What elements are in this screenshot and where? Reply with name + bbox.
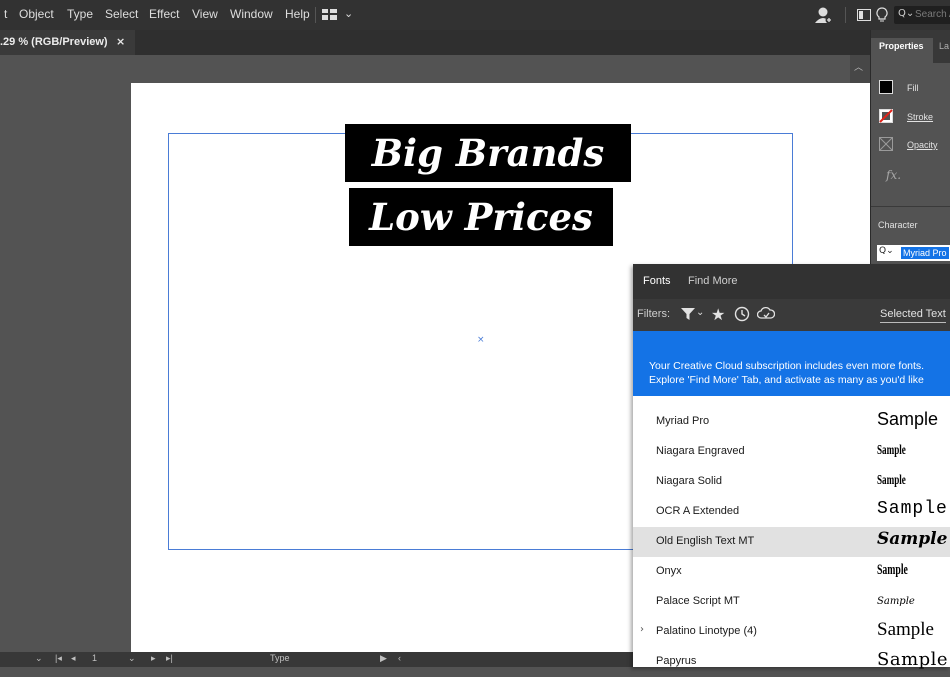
stroke-none-icon[interactable] bbox=[879, 109, 893, 123]
font-name: Old English Text MT bbox=[656, 535, 755, 547]
menu-type[interactable]: Type bbox=[67, 7, 93, 21]
arrange-documents-icon[interactable] bbox=[857, 9, 871, 21]
font-family-field[interactable]: Q⌄ Myriad Pro bbox=[877, 245, 950, 261]
center-point-icon: × bbox=[477, 335, 485, 345]
chevron-down-icon[interactable]: ⌄ bbox=[696, 307, 704, 318]
filters-label: Filters: bbox=[637, 308, 670, 320]
font-name: Niagara Solid bbox=[656, 475, 723, 487]
chevron-down-icon[interactable]: ⌄ bbox=[344, 7, 353, 20]
font-sample: Sample bbox=[877, 443, 906, 458]
banner-text-line-1: Your Creative Cloud subscription include… bbox=[649, 360, 925, 372]
first-artboard-icon[interactable]: |◂ bbox=[55, 653, 62, 664]
menu-bar: t Object Type Select Effect View Window … bbox=[0, 0, 950, 30]
scroll-up-icon[interactable]: ︿ bbox=[854, 60, 863, 73]
menu-view[interactable]: View bbox=[192, 7, 218, 21]
play-icon[interactable]: ▶ bbox=[380, 653, 387, 664]
font-sample: Sample bbox=[877, 409, 939, 429]
font-list: Myriad Pro Sample Niagara Engraved Sampl… bbox=[633, 407, 950, 670]
opacity-checker-icon[interactable] bbox=[879, 137, 893, 151]
font-list-item[interactable]: Papyrus Sample bbox=[633, 647, 950, 677]
creative-cloud-banner: Your Creative Cloud subscription include… bbox=[633, 331, 950, 396]
fill-swatch-icon[interactable] bbox=[879, 80, 893, 94]
search-icon: Q⌄ bbox=[879, 246, 894, 256]
font-sample: Sample bbox=[877, 529, 948, 549]
menu-separator bbox=[315, 7, 316, 23]
user-add-icon[interactable] bbox=[815, 6, 833, 24]
font-list-item[interactable]: Onyx Sample bbox=[633, 557, 950, 587]
tab-fonts[interactable]: Fonts bbox=[643, 275, 671, 287]
tab-find-more[interactable]: Find More bbox=[688, 275, 738, 287]
document-tab-bar: .29 % (RGB/Preview) × bbox=[0, 30, 870, 55]
font-name: Papyrus bbox=[656, 655, 697, 667]
font-name: Onyx bbox=[656, 565, 682, 577]
effects-icon[interactable]: fx. bbox=[886, 168, 901, 182]
menu-edit[interactable]: t bbox=[4, 7, 7, 21]
font-sample: Sample bbox=[877, 473, 906, 488]
tab-properties-label[interactable]: Properties bbox=[879, 41, 924, 51]
font-name: Myriad Pro bbox=[656, 415, 710, 427]
menu-help[interactable]: Help bbox=[285, 7, 310, 21]
menu-separator bbox=[845, 7, 846, 23]
artboard-number[interactable]: 1 bbox=[92, 653, 97, 663]
headline-text-line-1[interactable]: Big Brands bbox=[345, 124, 631, 182]
font-sample: Sample bbox=[877, 596, 915, 607]
font-name: OCR A Extended bbox=[656, 505, 740, 517]
font-list-item-highlighted[interactable]: Old English Text MT Sample bbox=[633, 527, 950, 557]
opacity-label[interactable]: Opacity bbox=[907, 140, 938, 150]
search-input[interactable]: Q⌄ Search A bbox=[894, 6, 950, 24]
star-icon[interactable]: ★ bbox=[711, 305, 725, 324]
panel-divider bbox=[871, 206, 950, 207]
character-section-title: Character bbox=[878, 220, 918, 230]
recent-clock-icon[interactable] bbox=[734, 306, 750, 322]
font-list-item[interactable]: Myriad Pro Sample bbox=[633, 407, 950, 437]
font-dropdown-panel: Fonts Find More Filters: ⌄ ★ Selected Te… bbox=[633, 264, 950, 670]
current-tool-label[interactable]: Type bbox=[270, 653, 290, 663]
lightbulb-icon[interactable] bbox=[876, 7, 888, 23]
status-bar: ⌄ |◂ ◂ 1 ⌄ ▸ ▸| Type ▶ ‹ bbox=[0, 652, 640, 667]
font-list-item[interactable]: Palace Script MT Sample bbox=[633, 587, 950, 617]
document-tab-label: .29 % (RGB/Preview) bbox=[0, 36, 108, 48]
font-name: Niagara Engraved bbox=[656, 445, 745, 457]
font-list-item[interactable]: Niagara Engraved Sample bbox=[633, 437, 950, 467]
menu-window[interactable]: Window bbox=[230, 7, 273, 21]
fill-label: Fill bbox=[907, 83, 919, 93]
font-family-value[interactable]: Myriad Pro bbox=[901, 247, 949, 259]
headline-text-line-2[interactable]: Low Prices bbox=[349, 188, 613, 246]
cloud-sync-icon[interactable] bbox=[757, 306, 775, 322]
tab-layers-label[interactable]: La bbox=[939, 41, 949, 51]
font-panel-tabs: Fonts Find More bbox=[633, 264, 950, 299]
font-family-group-item[interactable]: › Palatino Linotype (4) Sample bbox=[633, 617, 950, 647]
font-name: Palace Script MT bbox=[656, 595, 740, 607]
font-list-item[interactable]: OCR A Extended Sample bbox=[633, 497, 950, 527]
font-sample: Sample bbox=[877, 562, 908, 578]
artboard-dropdown-chevron-icon[interactable]: ⌄ bbox=[128, 653, 136, 664]
banner-text-line-2: Explore 'Find More' Tab, and activate as… bbox=[649, 374, 924, 386]
font-filter-bar: Filters: ⌄ ★ Selected Text bbox=[633, 299, 950, 331]
font-sample: Sample bbox=[877, 619, 934, 640]
selected-text-filter[interactable]: Selected Text bbox=[880, 308, 946, 323]
menu-effect[interactable]: Effect bbox=[149, 7, 179, 21]
next-artboard-icon[interactable]: ▸ bbox=[151, 653, 156, 664]
zoom-dropdown-chevron-icon[interactable]: ⌄ bbox=[35, 653, 43, 664]
panel-tab-bar: Properties La bbox=[871, 30, 950, 63]
search-icon: Q⌄ bbox=[898, 8, 915, 19]
stroke-label[interactable]: Stroke bbox=[907, 112, 933, 122]
workspace-layout-icon[interactable] bbox=[322, 9, 337, 20]
font-sample: Sample bbox=[877, 499, 948, 519]
chevron-right-icon[interactable]: › bbox=[640, 624, 644, 635]
menu-select[interactable]: Select bbox=[105, 7, 138, 21]
font-name: Palatino Linotype (4) bbox=[656, 625, 757, 637]
document-tab[interactable]: .29 % (RGB/Preview) × bbox=[0, 30, 135, 55]
filter-funnel-icon[interactable] bbox=[681, 307, 695, 321]
previous-artboard-icon[interactable]: ◂ bbox=[71, 653, 76, 664]
font-list-item[interactable]: Niagara Solid Sample bbox=[633, 467, 950, 497]
menu-object[interactable]: Object bbox=[19, 7, 54, 21]
close-icon[interactable]: × bbox=[116, 35, 125, 48]
scroll-left-icon[interactable]: ‹ bbox=[398, 653, 401, 663]
search-placeholder: Search A bbox=[915, 9, 950, 20]
last-artboard-icon[interactable]: ▸| bbox=[166, 653, 173, 664]
